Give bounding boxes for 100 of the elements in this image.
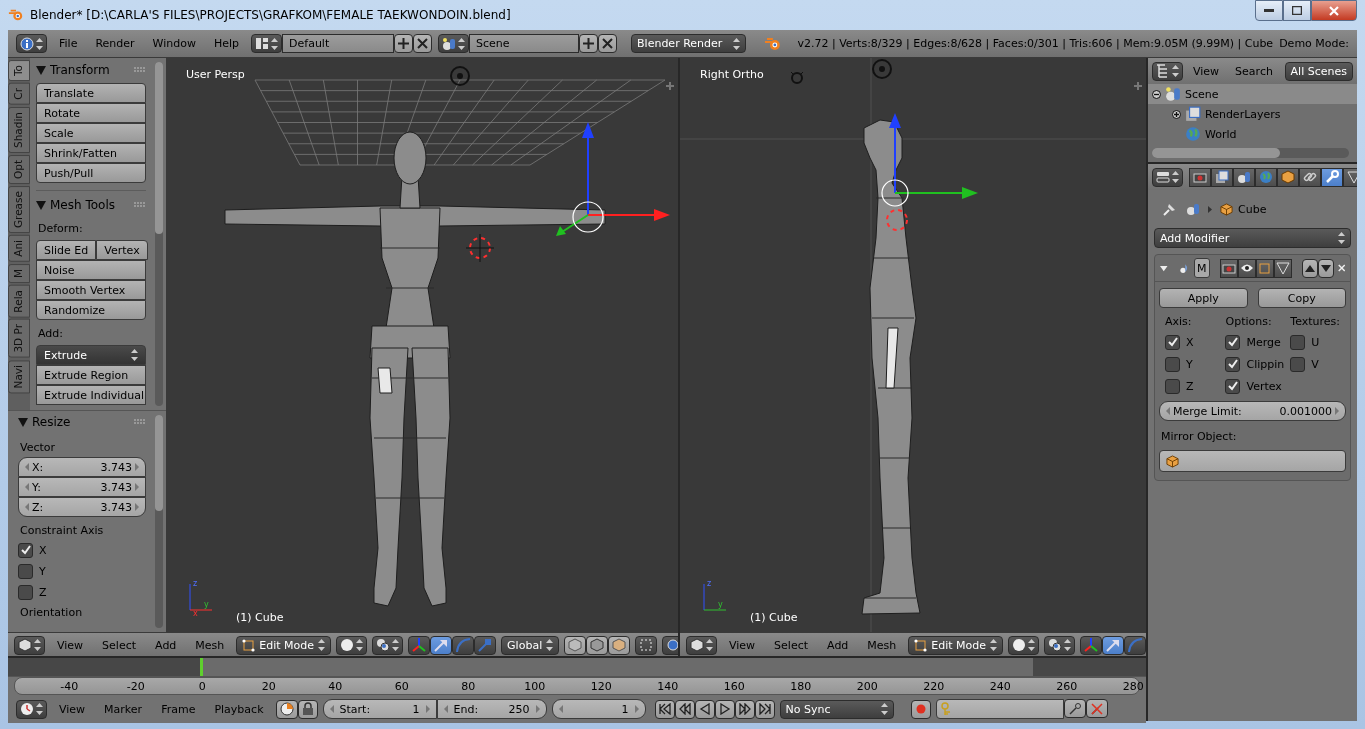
add-button[interactable]: [579, 34, 599, 53]
manipulator-toggle[interactable]: [1102, 635, 1125, 655]
vertex-select-button[interactable]: [564, 635, 587, 655]
shelf-tab[interactable]: Rela: [8, 284, 30, 318]
current-frame-line[interactable]: [200, 658, 204, 676]
menu-item[interactable]: Playback: [207, 702, 271, 716]
move-up-button[interactable]: [1301, 258, 1318, 278]
manipulator-toggle[interactable]: [1124, 635, 1146, 655]
editor-type-button[interactable]: [16, 699, 47, 719]
lock-button[interactable]: [297, 699, 318, 719]
tool-button[interactable]: Rotate: [36, 103, 146, 123]
context-tab[interactable]: [1277, 167, 1299, 187]
menu-item[interactable]: Select: [95, 638, 144, 652]
checkbox[interactable]: [1290, 356, 1306, 372]
scene-browse-button[interactable]: [438, 34, 470, 53]
tool-button[interactable]: Extrude Individual: [36, 385, 146, 405]
manipulator-toggle[interactable]: [430, 635, 453, 655]
menu-item[interactable]: View: [52, 702, 93, 716]
tool-button[interactable]: Smooth Vertex: [36, 280, 146, 300]
scrollbar[interactable]: [1152, 148, 1349, 158]
checkbox[interactable]: [1165, 378, 1180, 394]
checkbox[interactable]: [1165, 356, 1180, 372]
sync-dropdown[interactable]: No Sync: [779, 699, 894, 719]
render-toggle[interactable]: [1219, 258, 1238, 278]
checkbox[interactable]: [18, 542, 33, 558]
play-reverse-button[interactable]: [694, 699, 715, 719]
tool-button[interactable]: Vertex: [96, 240, 148, 260]
expand-icon[interactable]: [1172, 109, 1181, 119]
outliner-item[interactable]: RenderLayers: [1168, 104, 1357, 124]
menu-item[interactable]: Help: [207, 37, 246, 50]
rewind-button[interactable]: [674, 699, 695, 719]
close-icon[interactable]: [1337, 263, 1345, 273]
close-button[interactable]: [1311, 0, 1357, 21]
number-field[interactable]: Z: 3.743: [18, 497, 146, 517]
manipulator-toggle[interactable]: [408, 635, 431, 655]
screen-layout-field[interactable]: Default: [282, 34, 395, 53]
jump-start-button[interactable]: [654, 699, 675, 719]
menu-item[interactable]: View: [50, 638, 91, 652]
current-frame-field[interactable]: 1: [551, 699, 646, 719]
menu-item[interactable]: File: [53, 37, 84, 50]
shelf-tab[interactable]: Ani: [8, 234, 30, 262]
shelf-tab[interactable]: Grease: [8, 185, 30, 233]
panel-title[interactable]: Resize: [32, 415, 71, 429]
face-select-button[interactable]: [608, 635, 631, 655]
modifier-name-field[interactable]: M: [1194, 258, 1210, 278]
menu-item[interactable]: Frame: [154, 702, 203, 716]
render-engine-dropdown[interactable]: Blender Render: [631, 34, 746, 53]
checkbox[interactable]: [1225, 334, 1241, 350]
editor-type-button[interactable]: [686, 635, 717, 655]
3d-viewport[interactable]: [8, 58, 678, 656]
outliner-item[interactable]: World: [1168, 124, 1357, 144]
menu-item[interactable]: Add: [820, 638, 856, 652]
manipulator-toggle[interactable]: [1080, 635, 1103, 655]
pivot-dropdown[interactable]: [372, 635, 404, 655]
menu-item[interactable]: Marker: [97, 702, 150, 716]
delete-button[interactable]: [598, 34, 618, 53]
move-down-button[interactable]: [1317, 258, 1334, 278]
record-button[interactable]: [910, 699, 931, 719]
menu-item[interactable]: Render: [89, 37, 141, 50]
menu-item[interactable]: Mesh: [860, 638, 904, 652]
shelf-tab[interactable]: M: [8, 263, 30, 283]
scrollbar[interactable]: [155, 415, 163, 628]
tool-button[interactable]: Noise: [36, 260, 146, 280]
minimize-button[interactable]: [1255, 0, 1283, 21]
orientation-dropdown[interactable]: Global: [501, 635, 560, 655]
copy-button[interactable]: Copy: [1257, 288, 1346, 308]
add-button[interactable]: [394, 34, 414, 53]
checkbox[interactable]: [1290, 334, 1306, 350]
add-modifier-dropdown[interactable]: Add Modifier: [1154, 228, 1351, 248]
delete-keyframe-button[interactable]: [1085, 699, 1108, 718]
start-frame-field[interactable]: Start: 1: [322, 699, 437, 719]
checkbox[interactable]: [18, 563, 33, 579]
number-field[interactable]: X: 3.743: [18, 457, 146, 477]
menu-item[interactable]: Add: [148, 638, 184, 652]
preview-range-button[interactable]: [275, 699, 298, 719]
shading-dropdown[interactable]: [336, 635, 368, 655]
context-tab[interactable]: [1321, 167, 1343, 187]
shelf-tab[interactable]: 3D Pr: [8, 319, 30, 358]
menu-item[interactable]: Select: [767, 638, 816, 652]
end-frame-field[interactable]: End: 250: [436, 699, 547, 719]
apply-button[interactable]: Apply: [1159, 288, 1248, 308]
context-tab[interactable]: [1299, 167, 1321, 187]
context-tab[interactable]: [1233, 167, 1255, 187]
collapse-triangle-icon[interactable]: [1160, 264, 1168, 272]
panel-title[interactable]: Mesh Tools: [50, 198, 115, 212]
tool-button[interactable]: Scale: [36, 123, 146, 143]
mirror-object-field[interactable]: [1159, 450, 1346, 472]
context-tab[interactable]: [1211, 167, 1233, 187]
maximize-button[interactable]: [1283, 0, 1311, 21]
checkbox[interactable]: [1225, 378, 1241, 394]
delete-button[interactable]: [413, 34, 433, 53]
shading-dropdown[interactable]: [1008, 635, 1040, 655]
menu-item[interactable]: View: [1187, 64, 1226, 78]
pivot-dropdown[interactable]: [1044, 635, 1076, 655]
pin-icon[interactable]: [1162, 201, 1178, 217]
checkbox[interactable]: [1225, 356, 1241, 372]
layout-browse-button[interactable]: [251, 34, 283, 53]
tool-button[interactable]: Slide Ed: [36, 240, 97, 260]
manipulator-toggle[interactable]: [474, 635, 497, 655]
manipulator-toggle[interactable]: [452, 635, 475, 655]
